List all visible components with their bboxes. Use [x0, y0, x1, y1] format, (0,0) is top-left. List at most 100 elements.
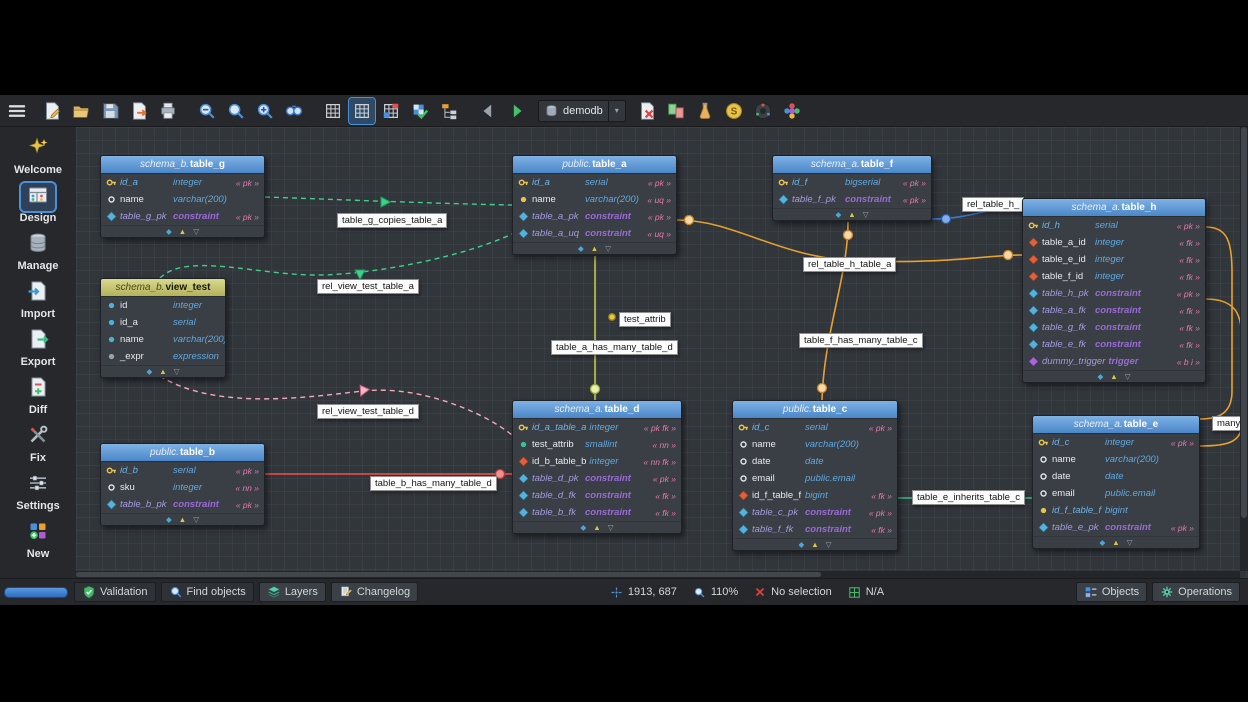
entity-table_g[interactable]: schema_b.table_gid_ainteger« pk »namevar…	[100, 155, 265, 238]
entity-row-table_b_fk[interactable]: table_b_fkconstraint« fk »	[513, 504, 681, 521]
objects-button[interactable]: Objects	[1076, 582, 1147, 602]
relationship-line-rel_table_h_table_a[interactable]	[677, 220, 1022, 262]
entity-row-id_h[interactable]: id_hserial« pk »	[1023, 217, 1205, 234]
entity-table_a[interactable]: public.table_aid_aserial« pk »namevarcha…	[512, 155, 677, 255]
entity-header[interactable]: schema_a.table_d	[513, 401, 681, 419]
relationship-label-table_g_copies_table_a[interactable]: table_g_copies_table_a	[337, 213, 447, 228]
relationship-line-rel_view_test_table_a[interactable]	[160, 234, 512, 278]
relationship-label-rel_view_test_table_d[interactable]: rel_view_test_table_d	[317, 404, 419, 419]
entity-row-id_b[interactable]: id_bserial« pk »	[101, 462, 264, 479]
entity-row-id_c[interactable]: id_cinteger« pk »	[1033, 434, 1199, 451]
entity-row-table_a_id[interactable]: table_a_idinteger« fk »	[1023, 234, 1205, 251]
entity-row-table_e_id[interactable]: table_e_idinteger« fk »	[1023, 251, 1205, 268]
vertical-scrollbar-handle[interactable]	[1241, 127, 1247, 518]
sidebar-item-design[interactable]: Design	[3, 180, 73, 227]
find-object-button[interactable]	[281, 98, 307, 124]
layers-button[interactable]: Layers	[259, 582, 326, 602]
entity-row-sku[interactable]: skuinteger« nn »	[101, 479, 264, 496]
sidebar-item-diff[interactable]: Diff	[3, 372, 73, 419]
entity-row-id_a[interactable]: id_ainteger« pk »	[101, 174, 264, 191]
relationship-label-table_b_has_many_table_d[interactable]: table_b_has_many_table_d	[370, 476, 497, 491]
menu-button[interactable]	[4, 98, 30, 124]
snap-grid-button[interactable]	[349, 98, 375, 124]
find-objects-button[interactable]: Find objects	[161, 582, 254, 602]
entity-row-table_a_pk[interactable]: table_a_pkconstraint« pk »	[513, 208, 676, 225]
entity-header[interactable]: schema_a.table_e	[1033, 416, 1199, 434]
export-model-button[interactable]	[126, 98, 152, 124]
plugins-button[interactable]	[779, 98, 805, 124]
nav-next-button[interactable]	[504, 98, 530, 124]
sidebar-item-import[interactable]: Import	[3, 276, 73, 323]
relationship-label-rel_table_h_table_a[interactable]: rel_table_h_table_a	[803, 257, 896, 272]
source-code-button[interactable]: S	[721, 98, 747, 124]
entity-row-test_attrib[interactable]: test_attribsmallint« nn »	[513, 436, 681, 453]
entity-header[interactable]: schema_a.table_h	[1023, 199, 1205, 217]
operations-button[interactable]: Operations	[1152, 582, 1240, 602]
entity-row-name[interactable]: namevarchar(200)	[101, 191, 264, 208]
relationship-line-table_f_has_many_table_c[interactable]	[822, 222, 848, 400]
entity-row-id_f_table_f[interactable]: id_f_table_fbigint« fk »	[733, 487, 897, 504]
zoom-normal-button[interactable]	[223, 98, 249, 124]
entity-row-id_a[interactable]: id_aserial	[101, 314, 225, 331]
entity-row-date[interactable]: datedate	[733, 453, 897, 470]
fix-model-button[interactable]	[692, 98, 718, 124]
entity-header[interactable]: public.table_b	[101, 444, 264, 462]
entity-table_e[interactable]: schema_a.table_eid_cinteger« pk »namevar…	[1032, 415, 1200, 549]
load-model-button[interactable]	[68, 98, 94, 124]
entity-row-table_h_pk[interactable]: table_h_pkconstraint« pk »	[1023, 285, 1205, 302]
entity-row-table_g_fk[interactable]: table_g_fkconstraint« fk »	[1023, 319, 1205, 336]
entity-header[interactable]: schema_b.view_test	[101, 279, 225, 297]
entity-row-date[interactable]: datedate	[1033, 468, 1199, 485]
save-model-button[interactable]	[97, 98, 123, 124]
entity-table_f[interactable]: schema_a.table_fid_fbigserial« pk »table…	[772, 155, 932, 221]
print-model-button[interactable]	[155, 98, 181, 124]
entity-table_c[interactable]: public.table_cid_cserial« pk »namevarcha…	[732, 400, 898, 551]
page-delimiters-button[interactable]	[378, 98, 404, 124]
settings-donut-button[interactable]	[750, 98, 776, 124]
diagram-canvas[interactable]: table_g_copies_table_a rel_view_test_tabl…	[76, 127, 1248, 578]
relationship-label-table_e_inherits_table_c[interactable]: table_e_inherits_table_c	[912, 490, 1025, 505]
entity-table_h[interactable]: schema_a.table_hid_hserial« pk »table_a_…	[1022, 198, 1206, 383]
entity-header[interactable]: public.table_a	[513, 156, 676, 174]
sidebar-item-export[interactable]: Export	[3, 324, 73, 371]
sidebar-item-settings[interactable]: Settings	[3, 468, 73, 515]
entity-table_d[interactable]: schema_a.table_did_a_table_ainteger« pk …	[512, 400, 682, 534]
entity-row-table_e_pk[interactable]: table_e_pkconstraint« pk »	[1033, 519, 1199, 536]
entity-header[interactable]: public.table_c	[733, 401, 897, 419]
entity-row-email[interactable]: emailpublic.email	[1033, 485, 1199, 502]
sidebar-item-welcome[interactable]: Welcome	[3, 132, 73, 179]
entity-header[interactable]: schema_b.table_g	[101, 156, 264, 174]
relationship-label-rel_view_test_table_a[interactable]: rel_view_test_table_a	[317, 279, 419, 294]
relationship-label-test_attrib[interactable]: test_attrib	[619, 312, 671, 327]
vertical-scrollbar[interactable]	[1240, 127, 1248, 571]
model-diff-button[interactable]	[663, 98, 689, 124]
sidebar-item-fix[interactable]: Fix	[3, 420, 73, 467]
validation-button[interactable]: Validation	[74, 582, 156, 602]
entity-row-table_c_pk[interactable]: table_c_pkconstraint« pk »	[733, 504, 897, 521]
entity-row-id[interactable]: idinteger	[101, 297, 225, 314]
entity-row-id_c[interactable]: id_cserial« pk »	[733, 419, 897, 436]
entity-row-_expr[interactable]: _exprexpression	[101, 348, 225, 365]
relationship-label-table_f_has_many_table_c[interactable]: table_f_has_many_table_c	[799, 333, 923, 348]
zoom-out-button[interactable]	[194, 98, 220, 124]
entity-row-id_b_table_b[interactable]: id_b_table_binteger« nn fk »	[513, 453, 681, 470]
entity-row-table_a_fk[interactable]: table_a_fkconstraint« fk »	[1023, 302, 1205, 319]
horizontal-scrollbar-handle[interactable]	[76, 572, 821, 577]
entity-row-table_f_pk[interactable]: table_f_pkconstraint« pk »	[773, 191, 931, 208]
entity-header[interactable]: schema_a.table_f	[773, 156, 931, 174]
entity-row-email[interactable]: emailpublic.email	[733, 470, 897, 487]
entity-row-table_f_fk[interactable]: table_f_fkconstraint« fk »	[733, 521, 897, 538]
entity-row-name[interactable]: namevarchar(200)« uq »	[513, 191, 676, 208]
sidebar-item-manage[interactable]: Manage	[3, 228, 73, 275]
entity-row-table_e_fk[interactable]: table_e_fkconstraint« fk »	[1023, 336, 1205, 353]
objects-view-button[interactable]	[436, 98, 462, 124]
entity-row-name[interactable]: namevarchar(200)	[1033, 451, 1199, 468]
entity-row-id_a_table_a[interactable]: id_a_table_ainteger« pk fk »	[513, 419, 681, 436]
entity-row-table_g_pk[interactable]: table_g_pkconstraint« pk »	[101, 208, 264, 225]
entity-row-table_a_uq[interactable]: table_a_uqconstraint« uq »	[513, 225, 676, 242]
entity-row-table_b_pk[interactable]: table_b_pkconstraint« pk »	[101, 496, 264, 513]
changelog-button[interactable]: Changelog	[331, 582, 418, 602]
show-grid-button[interactable]	[320, 98, 346, 124]
entity-row-name[interactable]: namevarchar(200)	[101, 331, 225, 348]
db-selector-combo[interactable]: demodb▾	[538, 100, 626, 122]
